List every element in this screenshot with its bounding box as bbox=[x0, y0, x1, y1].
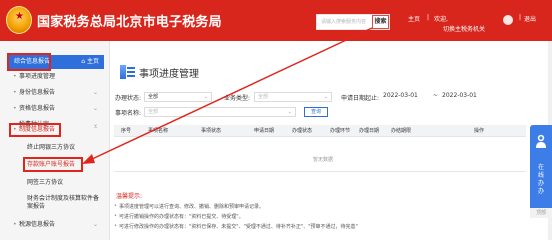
online-service-label: 在线办办 bbox=[537, 164, 544, 195]
customer-service-icon bbox=[536, 134, 546, 148]
page: ★ 国家税务总局北京市电子税务局 请输入搜索服务内容 搜索 主页 | 欢迎, 切… bbox=[0, 0, 552, 240]
back-to-top-button[interactable]: 顶部 bbox=[530, 208, 552, 218]
annotation-arrow bbox=[82, 27, 373, 164]
